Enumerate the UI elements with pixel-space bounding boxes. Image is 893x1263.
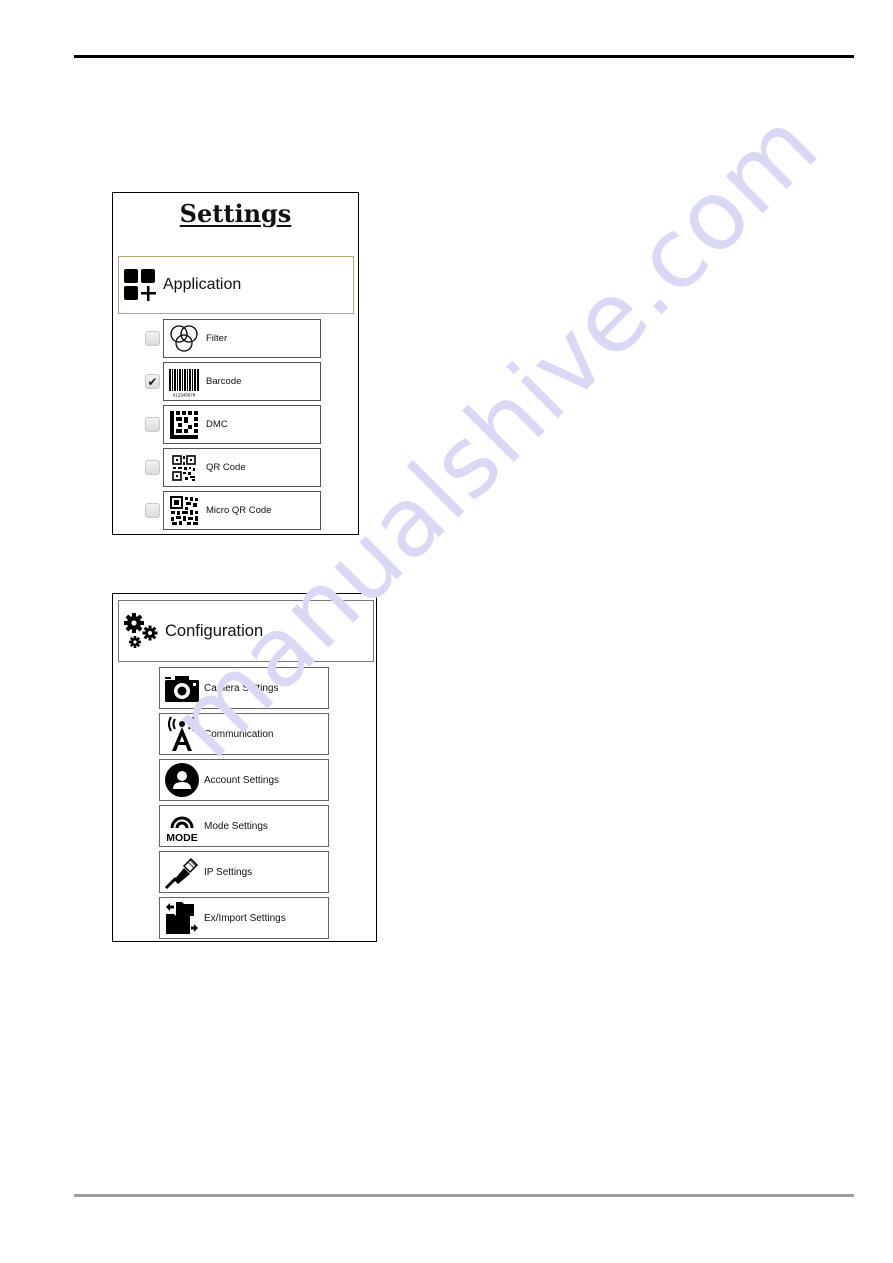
data-matrix-icon bbox=[170, 410, 198, 439]
account-icon bbox=[165, 763, 199, 797]
filter-checkbox[interactable] bbox=[145, 331, 160, 346]
configuration-label: Configuration bbox=[165, 621, 264, 640]
filter-label: Filter bbox=[206, 333, 228, 344]
barcode-checkbox[interactable]: ✔ bbox=[145, 374, 160, 389]
app-item-micro-qr-code: Micro QR Code bbox=[145, 491, 323, 530]
barcode-button[interactable]: 012345678 Barcode bbox=[163, 362, 321, 401]
micro-qr-code-icon bbox=[170, 495, 198, 525]
mode-icon-text: MODE bbox=[166, 832, 198, 844]
ip-settings-button[interactable]: IP Settings bbox=[159, 851, 329, 893]
antenna-icon bbox=[168, 716, 196, 751]
footer-rule bbox=[74, 1194, 854, 1197]
mode-icon: MODE bbox=[166, 816, 198, 844]
filter-button[interactable]: Filter bbox=[163, 319, 321, 358]
settings-title: Settings bbox=[179, 199, 292, 228]
filter-circles-icon bbox=[170, 324, 198, 352]
account-settings-button[interactable]: Account Settings bbox=[159, 759, 329, 801]
qr-code-label: QR Code bbox=[206, 462, 246, 473]
gears-icon bbox=[124, 613, 158, 648]
ex-import-settings-button[interactable]: Ex/Import Settings bbox=[159, 897, 329, 939]
configuration-header[interactable]: Configuration bbox=[118, 600, 374, 662]
mode-settings-button[interactable]: MODE Mode Settings bbox=[159, 805, 329, 847]
dmc-checkbox[interactable] bbox=[145, 417, 160, 432]
header-rule bbox=[74, 55, 854, 58]
app-item-barcode: ✔ 012345678 Barcode bbox=[145, 362, 323, 401]
micro-qr-code-label: Micro QR Code bbox=[206, 505, 272, 516]
barcode-digits: 012345678 bbox=[173, 392, 196, 397]
account-settings-label: Account Settings bbox=[204, 774, 280, 786]
qr-code-button[interactable]: QR Code bbox=[163, 448, 321, 487]
app-item-filter: Filter bbox=[145, 319, 323, 358]
micro-qr-code-button[interactable]: Micro QR Code bbox=[163, 491, 321, 530]
mode-settings-label: Mode Settings bbox=[204, 820, 268, 832]
qr-code-checkbox[interactable] bbox=[145, 460, 160, 475]
barcode-label: Barcode bbox=[206, 376, 242, 387]
settings-panel: Settings Application Filter ✔ 012345678 … bbox=[112, 192, 359, 535]
communication-label: Communication bbox=[204, 728, 274, 740]
qr-code-icon bbox=[172, 454, 196, 481]
ethernet-cable-icon bbox=[164, 857, 199, 890]
configuration-panel: Configuration Camera Settings Communicat… bbox=[112, 593, 377, 942]
camera-icon bbox=[165, 676, 199, 702]
folder-transfer-icon bbox=[166, 902, 198, 934]
application-label: Application bbox=[163, 276, 242, 293]
app-item-qr-code: QR Code bbox=[145, 448, 323, 487]
barcode-icon: 012345678 bbox=[169, 368, 199, 397]
camera-settings-button[interactable]: Camera Settings bbox=[159, 667, 329, 709]
apps-add-icon bbox=[124, 269, 156, 301]
dmc-button[interactable]: DMC bbox=[163, 405, 321, 444]
camera-settings-label: Camera Settings bbox=[204, 682, 279, 694]
check-icon: ✔ bbox=[147, 374, 158, 389]
micro-qr-code-checkbox[interactable] bbox=[145, 503, 160, 518]
communication-button[interactable]: Communication bbox=[159, 713, 329, 755]
application-header[interactable]: Application bbox=[118, 256, 354, 314]
ip-settings-label: IP Settings bbox=[204, 866, 253, 878]
dmc-label: DMC bbox=[206, 419, 228, 430]
ex-import-settings-label: Ex/Import Settings bbox=[204, 912, 286, 924]
app-item-dmc: DMC bbox=[145, 405, 323, 444]
